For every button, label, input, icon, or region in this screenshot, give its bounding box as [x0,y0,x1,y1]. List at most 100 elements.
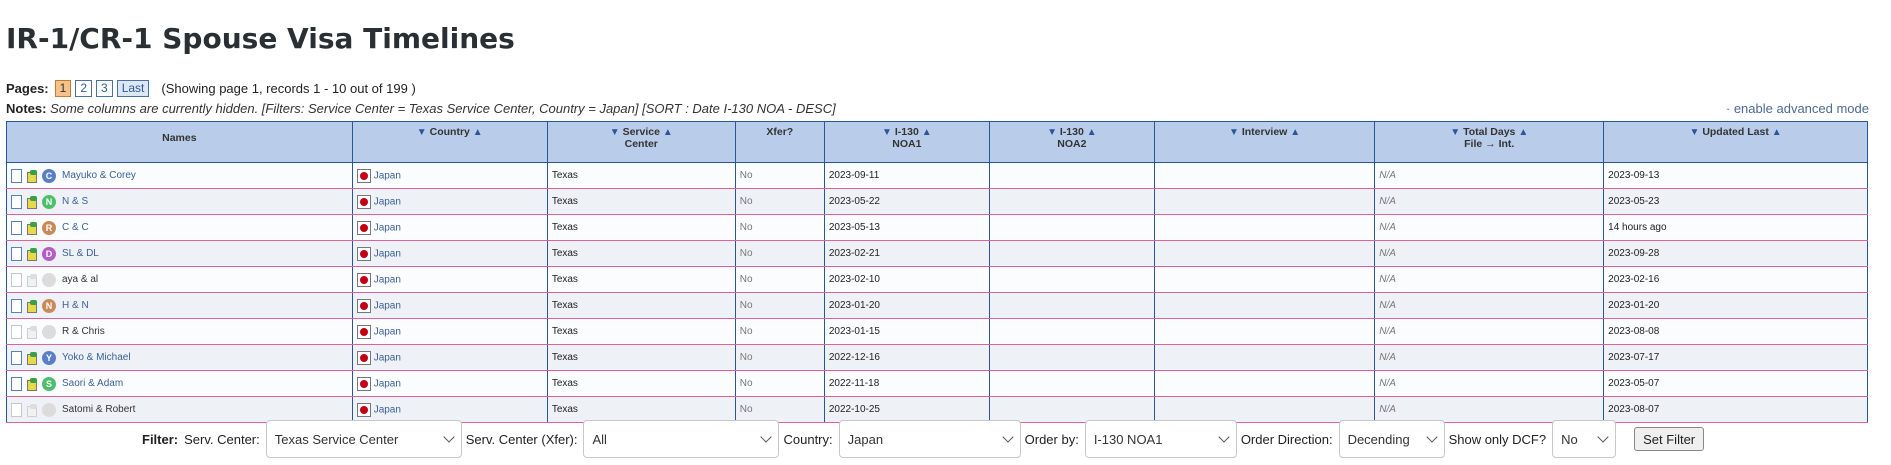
document-icon[interactable] [11,324,22,339]
order-by-select[interactable]: I-130 NOA1 [1084,420,1237,458]
cell-updated-last: 2023-09-28 [1603,240,1868,267]
col-names[interactable]: Names [6,121,353,163]
member-name-link[interactable]: Satomi & Robert [62,404,135,415]
checklist-icon[interactable] [26,169,38,183]
document-icon[interactable] [11,272,22,287]
avatar[interactable] [42,402,56,417]
col-total-days[interactable]: ▼ Total Days ▲ File → Int. [1374,121,1605,163]
checklist-icon[interactable] [26,247,38,261]
country-link[interactable]: Japan [374,404,401,415]
cell-i130-noa1: 2023-02-21 [823,240,990,267]
member-name-link[interactable]: N & S [62,196,88,207]
order-direction-select[interactable]: Decending [1338,420,1445,458]
document-icon[interactable] [11,246,22,261]
sort-up-icon[interactable]: ▲ [1290,127,1300,138]
avatar[interactable]: C [42,168,56,183]
country-link[interactable]: Japan [374,352,401,363]
avatar[interactable]: R [42,220,56,235]
avatar[interactable]: N [42,298,56,313]
sort-down-icon[interactable]: ▼ [1047,127,1057,138]
checklist-icon[interactable] [26,351,38,365]
page-link-3[interactable]: 3 [96,80,113,97]
page-link-2[interactable]: 2 [75,80,93,97]
page-title: IR-1/CR-1 Spouse Visa Timelines [6,22,515,55]
country-link[interactable]: Japan [374,274,401,285]
country-select[interactable]: Japan [838,420,1021,458]
cell-country: Japan [351,214,548,241]
member-name-link[interactable]: C & C [62,222,89,233]
document-icon[interactable] [11,402,22,417]
serv-center-xfer-select[interactable]: All [583,420,780,458]
cell-xfer: No [734,318,825,345]
avatar[interactable]: S [42,376,56,391]
sort-down-icon[interactable]: ▼ [1229,127,1239,138]
cell-total-days: N/A [1374,214,1605,241]
col-i130-noa2[interactable]: ▼ I-130 ▲ NOA2 [988,121,1155,163]
sort-down-icon[interactable]: ▼ [610,127,620,138]
country-link[interactable]: Japan [374,300,401,311]
checklist-icon[interactable] [26,221,38,235]
col-country[interactable]: ▼ Country ▲ [351,121,548,163]
country-link[interactable]: Japan [374,248,401,259]
document-icon[interactable] [11,168,22,183]
avatar[interactable] [42,324,56,339]
serv-center-select[interactable]: Texas Service Center [265,420,462,458]
sort-up-icon[interactable]: ▲ [922,127,932,138]
sort-up-icon[interactable]: ▲ [663,127,673,138]
document-icon[interactable] [11,220,22,235]
sort-down-icon[interactable]: ▼ [882,127,892,138]
checklist-icon[interactable] [26,403,38,417]
country-link[interactable]: Japan [374,196,401,207]
cell-country: Japan [351,240,548,267]
country-link[interactable]: Japan [374,170,401,181]
set-filter-button[interactable]: Set Filter [1634,427,1705,451]
checklist-icon[interactable] [26,325,38,339]
sort-down-icon[interactable]: ▼ [1450,127,1460,138]
col-service-center[interactable]: ▼ Service ▲ Center [546,121,736,163]
sort-down-icon[interactable]: ▼ [417,127,427,138]
cell-i130-noa2 [988,344,1155,371]
document-icon[interactable] [11,350,22,365]
member-name-link[interactable]: H & N [62,300,89,311]
country-link[interactable]: Japan [374,326,401,337]
sort-up-icon[interactable]: ▲ [473,127,483,138]
col-updated-last[interactable]: ▼ Updated Last ▲ [1603,121,1868,163]
page-link-last[interactable]: Last [116,80,150,97]
member-name-link[interactable]: SL & DL [62,248,99,259]
document-icon[interactable] [11,298,22,313]
member-name-link[interactable]: aya & al [62,274,98,285]
member-name-link[interactable]: R & Chris [62,326,105,337]
checklist-icon[interactable] [26,377,38,391]
cell-total-days: N/A [1374,266,1605,293]
checklist-icon[interactable] [26,299,38,313]
cell-service-center: Texas [546,292,736,319]
cell-total-days: N/A [1374,318,1605,345]
country-link[interactable]: Japan [374,222,401,233]
sort-up-icon[interactable]: ▲ [1518,127,1528,138]
avatar[interactable]: D [42,246,56,261]
col-interview[interactable]: ▼ Interview ▲ [1153,121,1376,163]
page-link-1[interactable]: 1 [54,80,72,97]
member-name-link[interactable]: Yoko & Michael [62,352,131,363]
cell-country: Japan [351,266,548,293]
pager-info: (Showing page 1, records 1 - 10 out of 1… [161,81,416,96]
member-name-link[interactable]: Saori & Adam [62,378,123,389]
enable-advanced-mode-link[interactable]: · enable advanced mode [1726,101,1869,116]
avatar[interactable] [42,272,56,287]
cell-names: Y Yoko & Michael [6,344,353,371]
document-icon[interactable] [11,376,22,391]
sort-down-icon[interactable]: ▼ [1689,127,1699,138]
dcf-select[interactable]: No [1552,420,1617,458]
member-name-link[interactable]: Mayuko & Corey [62,170,136,181]
col-xfer[interactable]: Xfer? [734,121,825,163]
sort-up-icon[interactable]: ▲ [1087,127,1097,138]
checklist-icon[interactable] [26,195,38,209]
col-i130-noa1[interactable]: ▼ I-130 ▲ NOA1 [823,121,990,163]
table-row: NH & N Japan Texas No 2023-01-20 N/A 2023-01-2… [6,292,1868,319]
checklist-icon[interactable] [26,273,38,287]
sort-up-icon[interactable]: ▲ [1772,127,1782,138]
avatar[interactable]: Y [42,350,56,365]
avatar[interactable]: N [42,194,56,209]
document-icon[interactable] [11,194,22,209]
country-link[interactable]: Japan [374,378,401,389]
